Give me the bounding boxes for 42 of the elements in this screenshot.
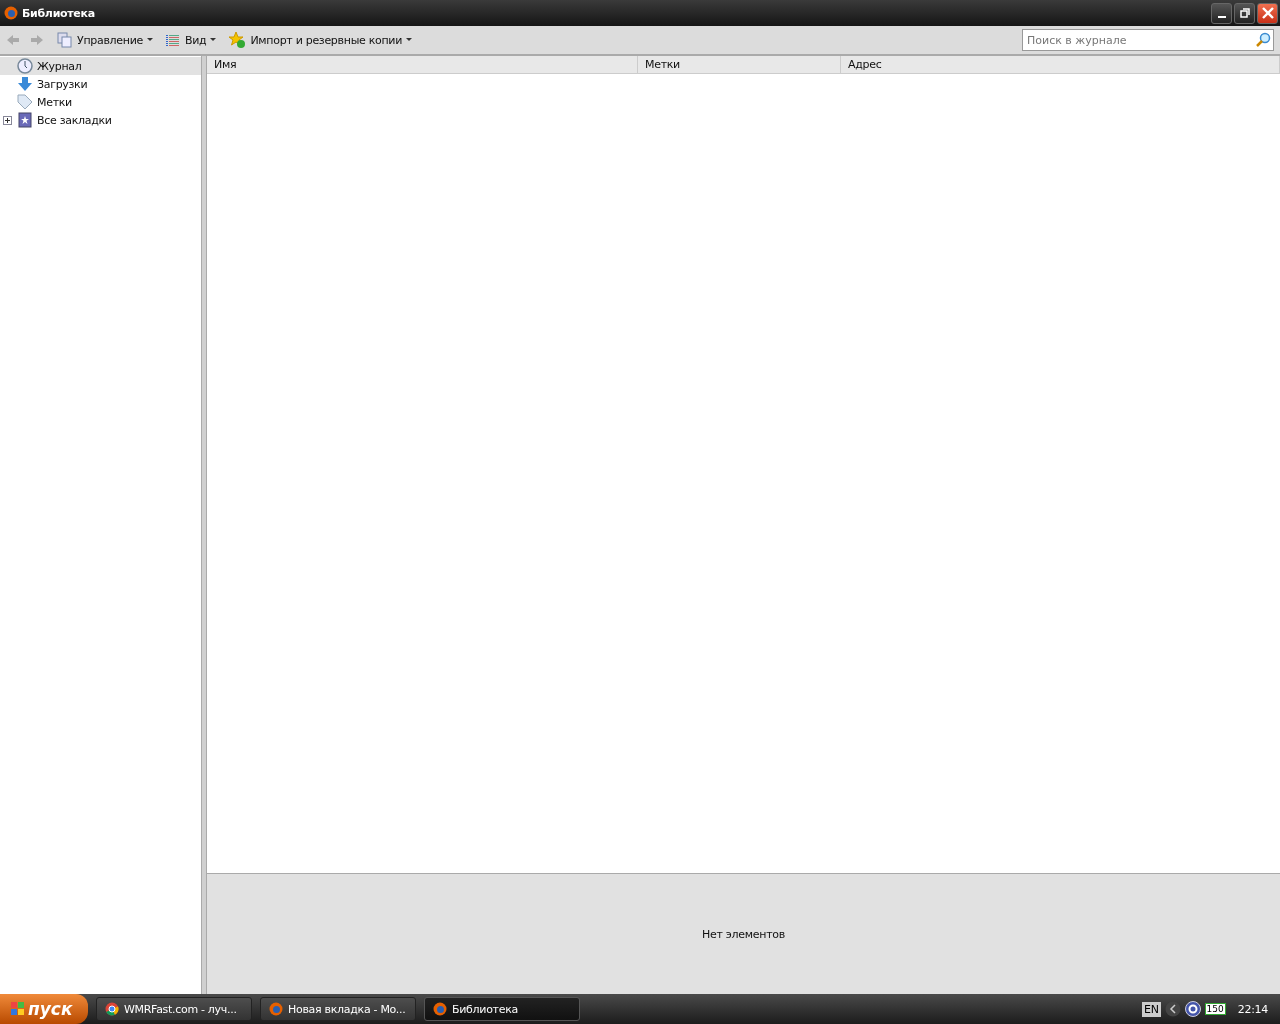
search-icon[interactable]: [1255, 32, 1271, 48]
sidebar-item[interactable]: Метки: [0, 93, 201, 111]
column-header[interactable]: Имя: [207, 56, 638, 73]
windows-flag-icon: [10, 1001, 26, 1017]
fox-globe-icon: [4, 6, 18, 20]
fox-globe-icon: [269, 1002, 283, 1016]
search-field[interactable]: Поиск в журнале: [1022, 29, 1274, 51]
chrome-icon: [105, 1002, 119, 1016]
start-button[interactable]: пуск: [0, 994, 88, 1024]
clock: 22:14: [1237, 1002, 1268, 1016]
tag-icon: [17, 94, 33, 110]
sidebar-item[interactable]: Журнал: [0, 57, 201, 75]
sidebar-item[interactable]: Загрузки: [0, 75, 201, 93]
restore-button[interactable]: [1234, 2, 1255, 24]
tray-counter-icon[interactable]: 150: [1204, 1003, 1226, 1015]
column-header[interactable]: Адрес: [841, 56, 1280, 73]
pages-icon: [57, 32, 73, 48]
column-header[interactable]: Метки: [638, 56, 841, 73]
taskbar-button[interactable]: WMRFast.com - луч...: [96, 997, 252, 1021]
window-title: Библиотека: [22, 6, 95, 20]
close-icon: [1261, 7, 1274, 19]
empty-message: Нет элементов: [702, 927, 785, 941]
taskbar-button[interactable]: Библиотека: [424, 997, 580, 1021]
expand-toggle-icon[interactable]: [2, 115, 12, 125]
fox-globe-icon: [433, 1002, 447, 1016]
caret-icon: [210, 38, 217, 42]
down-arrow-icon: [17, 76, 33, 92]
taskbar-button[interactable]: Новая вкладка - Mo...: [260, 997, 416, 1021]
sidebar-item[interactable]: Все закладки: [0, 111, 201, 129]
clock-icon: [17, 58, 33, 74]
toolbar-menu-button[interactable]: Импорт и резервные копии: [225, 29, 416, 51]
chevron-left-icon[interactable]: [1164, 1001, 1181, 1017]
toolbar-menu-button[interactable]: Управление: [54, 30, 156, 50]
restore-icon: [1239, 8, 1250, 18]
close-button[interactable]: [1257, 2, 1278, 24]
minimize-button[interactable]: [1211, 2, 1232, 24]
caret-icon: [147, 38, 153, 42]
caret-icon: [406, 38, 413, 42]
language-indicator[interactable]: EN: [1142, 1001, 1161, 1017]
toolbar-menu-button[interactable]: Вид: [162, 30, 220, 50]
list-icon: [165, 32, 181, 48]
minimize-icon: [1217, 16, 1226, 18]
